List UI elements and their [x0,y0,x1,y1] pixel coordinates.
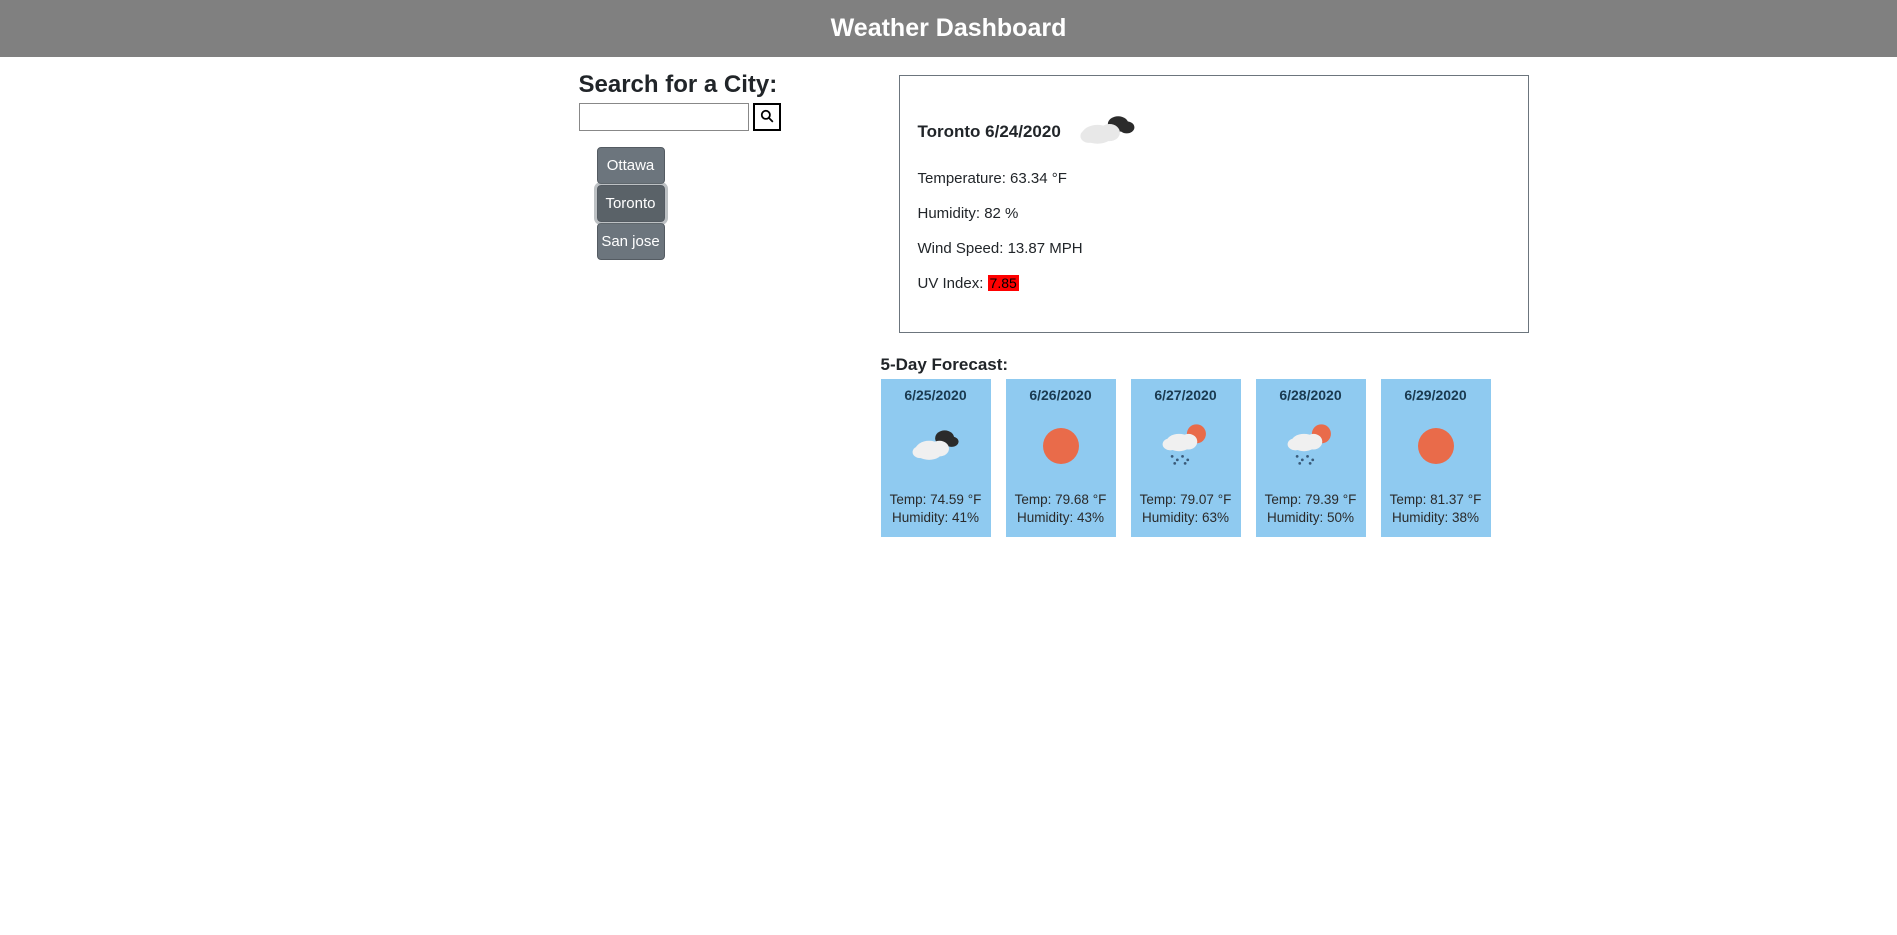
forecast-date: 6/27/2020 [1133,387,1239,403]
history-item-toronto[interactable]: Toronto [597,185,665,222]
current-temperature: Temperature: 63.34 °F [918,170,1510,187]
forecast-date: 6/29/2020 [1383,387,1489,403]
clouds-icon [1077,112,1137,152]
current-weather-card: Toronto 6/24/2020 Temperature: 63.34 °F [899,75,1529,333]
app-title: Weather Dashboard [831,14,1067,42]
history-item-san-jose[interactable]: San jose [597,223,665,260]
forecast-card: 6/26/2020 Temp: 79.68 °FHumidity: 43% [1006,379,1116,537]
current-city-date: Toronto 6/24/2020 [918,122,1061,142]
forecast-humidity: Humidity: 41% [883,509,989,527]
sun-icon [1008,415,1114,477]
history-item-ottawa[interactable]: Ottawa [597,147,665,184]
forecast-row: 6/25/2020 Temp: 74.59 °FHumidity: 41%6/2… [881,379,1629,537]
city-search-input[interactable] [579,103,749,131]
forecast-temp: Temp: 79.68 °F [1008,491,1114,509]
forecast-humidity: Humidity: 63% [1133,509,1239,527]
rain-sun-icon [1133,415,1239,477]
search-row [579,103,899,131]
forecast-humidity: Humidity: 50% [1258,509,1364,527]
forecast-card: 6/29/2020 Temp: 81.37 °FHumidity: 38% [1381,379,1491,537]
results-column: Toronto 6/24/2020 Temperature: 63.34 °F [899,57,1629,537]
search-column: Search for a City: OttawaTorontoSan jose [579,57,899,261]
forecast-date: 6/28/2020 [1258,387,1364,403]
current-wind: Wind Speed: 13.87 MPH [918,240,1510,257]
sun-icon [1383,415,1489,477]
cloud-sun-dark-icon [883,415,989,477]
current-humidity: Humidity: 82 % [918,205,1510,222]
forecast-temp: Temp: 79.39 °F [1258,491,1364,509]
forecast-humidity: Humidity: 43% [1008,509,1114,527]
forecast-temp: Temp: 74.59 °F [883,491,989,509]
forecast-date: 6/25/2020 [883,387,989,403]
search-button[interactable] [753,103,781,131]
current-city: Toronto [918,122,981,141]
app-header: Weather Dashboard [0,0,1897,57]
search-icon [760,109,774,126]
search-history: OttawaTorontoSan jose [597,147,665,260]
forecast-temp: Temp: 79.07 °F [1133,491,1239,509]
forecast-title: 5-Day Forecast: [881,355,1629,375]
search-title: Search for a City: [579,71,899,99]
forecast-date: 6/26/2020 [1008,387,1114,403]
current-title-row: Toronto 6/24/2020 [918,112,1510,152]
forecast-card: 6/27/2020 Temp: 79.07 °FHumidity: 63% [1131,379,1241,537]
forecast-humidity: Humidity: 38% [1383,509,1489,527]
rain-sun-icon [1258,415,1364,477]
current-uv: UV Index: 7.85 [918,275,1510,292]
forecast-card: 6/28/2020 Temp: 79.39 °FHumidity: 50% [1256,379,1366,537]
current-date: 6/24/2020 [985,122,1061,141]
uv-index-badge: 7.85 [988,275,1019,291]
main-container: Search for a City: OttawaTorontoSan jose… [249,57,1649,537]
forecast-temp: Temp: 81.37 °F [1383,491,1489,509]
forecast-card: 6/25/2020 Temp: 74.59 °FHumidity: 41% [881,379,991,537]
